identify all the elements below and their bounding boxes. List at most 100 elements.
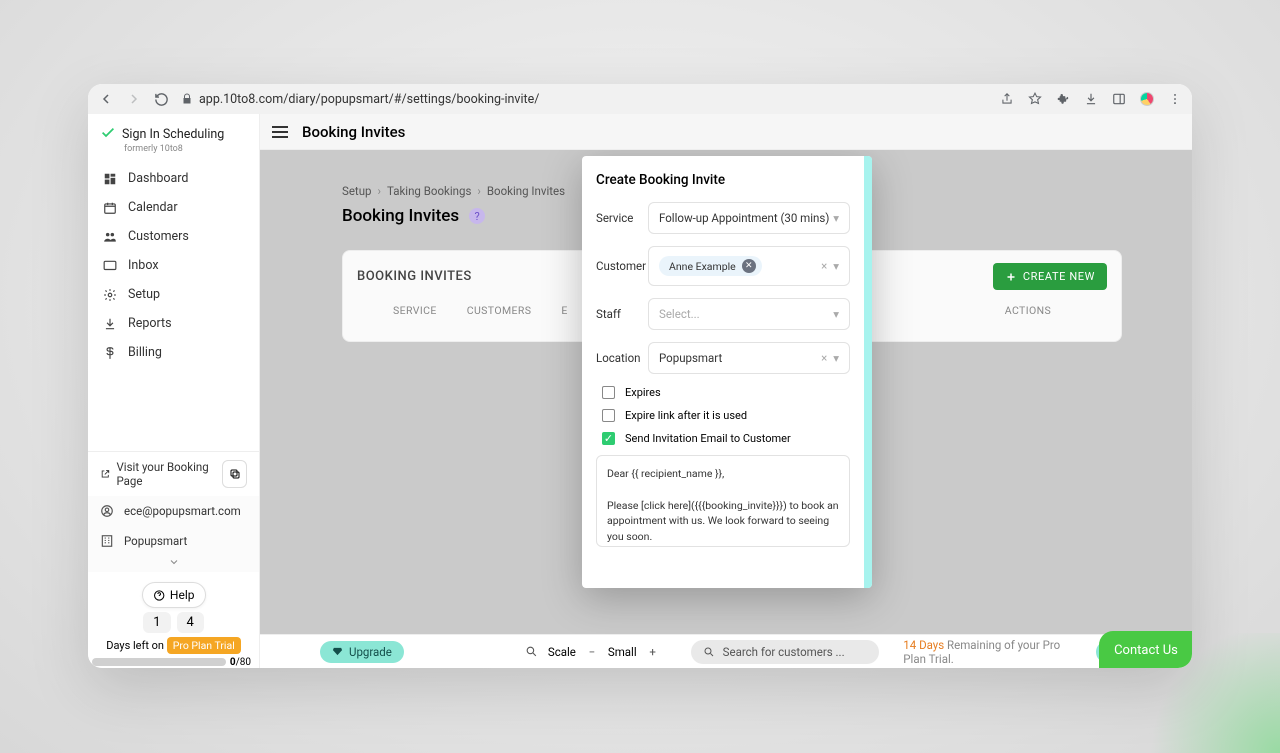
visit-label: Visit your Booking Page xyxy=(116,460,222,488)
nav-inbox[interactable]: Inbox xyxy=(88,251,259,280)
building-icon xyxy=(100,534,114,548)
create-new-button[interactable]: CREATE NEW xyxy=(993,263,1107,290)
gear-icon xyxy=(102,288,118,302)
share-icon[interactable] xyxy=(1000,92,1014,106)
scale-control: Scale − Small + xyxy=(524,644,661,660)
label-staff: Staff xyxy=(596,307,648,321)
crumb-taking[interactable]: Taking Bookings xyxy=(387,184,471,198)
reload-icon[interactable] xyxy=(154,92,169,107)
day-digit: 4 xyxy=(177,612,204,633)
slider-track xyxy=(92,658,226,666)
panel-icon[interactable] xyxy=(1112,92,1126,106)
chevron-down-icon: ▾ xyxy=(833,259,839,273)
modal-scrollbar[interactable] xyxy=(864,156,872,588)
nav-reports[interactable]: Reports xyxy=(88,309,259,338)
help-label: Help xyxy=(170,588,195,602)
message-textarea[interactable]: Dear {{ recipient_name }}, Please [click… xyxy=(596,455,850,547)
lock-icon xyxy=(181,93,193,105)
location-select[interactable]: Popupsmart × ▾ xyxy=(648,342,850,374)
label-service: Service xyxy=(596,211,648,225)
nav-label: Customers xyxy=(128,229,189,244)
address-bar: app.10to8.com/diary/popupsmart/#/setting… xyxy=(88,84,1192,114)
download-icon[interactable] xyxy=(1084,92,1098,106)
copy-link-button[interactable] xyxy=(222,460,247,488)
upgrade-button-left[interactable]: Upgrade xyxy=(320,641,404,663)
nav-label: Billing xyxy=(128,345,162,360)
trial-text: 14 Days Remaining of your Pro Plan Trial… xyxy=(903,638,1078,666)
nav-dashboard[interactable]: Dashboard xyxy=(88,164,259,193)
clear-icon[interactable]: × xyxy=(821,351,827,365)
nav-label: Reports xyxy=(128,316,172,331)
nav-customers[interactable]: Customers xyxy=(88,222,259,251)
nav-billing[interactable]: Billing xyxy=(88,338,259,367)
help-tooltip-icon[interactable]: ? xyxy=(469,208,485,224)
account-expand-icon[interactable] xyxy=(88,556,259,572)
create-label: CREATE NEW xyxy=(1023,270,1095,283)
browser-window: app.10to8.com/diary/popupsmart/#/setting… xyxy=(88,84,1192,668)
usage-slider[interactable]: 0/80 xyxy=(88,658,259,668)
day-digit: 1 xyxy=(143,612,170,633)
scale-value: Small xyxy=(608,645,637,659)
search-icon xyxy=(703,646,715,658)
user-circle-icon xyxy=(100,504,114,518)
send-email-checkbox-row[interactable]: ✓Send Invitation Email to Customer xyxy=(602,432,850,445)
profile-icon[interactable] xyxy=(1140,92,1154,106)
url-field[interactable]: app.10to8.com/diary/popupsmart/#/setting… xyxy=(181,92,539,107)
clear-icon[interactable]: × xyxy=(821,259,827,273)
service-select[interactable]: Follow-up Appointment (30 mins)▾ xyxy=(648,202,850,234)
topbar-title: Booking Invites xyxy=(302,123,405,141)
scale-plus-button[interactable]: + xyxy=(645,644,661,660)
forward-icon[interactable] xyxy=(126,91,142,107)
bookmark-icon[interactable] xyxy=(1028,92,1042,106)
account-email-row[interactable]: ece@popupsmart.com xyxy=(88,496,259,526)
dollar-icon xyxy=(102,346,118,360)
zoom-icon[interactable] xyxy=(524,644,540,660)
chk-label: Expires xyxy=(625,386,661,399)
customer-select[interactable]: Anne Example ✕ × ▾ xyxy=(648,246,850,286)
crumb-invites: Booking Invites xyxy=(487,184,565,198)
nav-setup[interactable]: Setup xyxy=(88,280,259,309)
staff-select[interactable]: Select...▾ xyxy=(648,298,850,330)
chip-label: Anne Example xyxy=(669,260,736,273)
crumb-setup[interactable]: Setup xyxy=(342,184,372,198)
label-customer: Customer xyxy=(596,259,648,273)
nav-list: Dashboard Calendar Customers Inbox Setup… xyxy=(88,164,259,367)
scale-minus-button[interactable]: − xyxy=(584,644,600,660)
nav-label: Calendar xyxy=(128,200,178,215)
back-icon[interactable] xyxy=(98,91,114,107)
location-value: Popupsmart xyxy=(659,351,722,365)
upgrade-label: Upgrade xyxy=(349,645,392,659)
page-title-row: Booking Invites ? xyxy=(342,206,485,226)
search-input[interactable]: Search for customers ... xyxy=(691,640,880,664)
nav-label: Setup xyxy=(128,287,160,302)
search-placeholder: Search for customers ... xyxy=(723,645,845,659)
breadcrumb: Setup› Taking Bookings› Booking Invites xyxy=(342,184,565,198)
label-location: Location xyxy=(596,351,648,365)
help-button[interactable]: Help xyxy=(142,582,206,608)
kebab-icon[interactable] xyxy=(1168,92,1182,106)
account-org-row[interactable]: Popupsmart xyxy=(88,526,259,556)
help-icon xyxy=(153,589,165,602)
nav-label: Inbox xyxy=(128,258,159,273)
expire-after-checkbox-row[interactable]: Expire link after it is used xyxy=(602,409,850,422)
trial-days-block: 14 Days left on Pro Plan Trial xyxy=(88,612,259,658)
extensions-icon[interactable] xyxy=(1056,92,1070,106)
nav-calendar[interactable]: Calendar xyxy=(88,193,259,222)
chip-remove-icon[interactable]: ✕ xyxy=(742,259,756,273)
chevron-down-icon: ▾ xyxy=(833,351,839,365)
url-text: app.10to8.com/diary/popupsmart/#/setting… xyxy=(199,92,539,107)
inbox-icon xyxy=(102,259,118,273)
contact-us-button[interactable]: Contact Us xyxy=(1099,631,1192,668)
visit-booking-link[interactable]: Visit your Booking Page xyxy=(100,460,222,488)
page-title: Booking Invites xyxy=(342,206,459,226)
hamburger-icon[interactable] xyxy=(272,126,288,138)
expires-checkbox-row[interactable]: Expires xyxy=(602,386,850,399)
account-org: Popupsmart xyxy=(124,534,187,548)
days-left-text: Days left on xyxy=(106,639,164,652)
external-link-icon xyxy=(100,468,110,480)
chevron-down-icon: ▾ xyxy=(833,211,839,225)
chk-label: Expire link after it is used xyxy=(625,409,747,422)
chk-label: Send Invitation Email to Customer xyxy=(625,432,791,445)
main-area: Booking Invites Setup› Taking Bookings› … xyxy=(260,114,1192,668)
col-e: E xyxy=(561,304,567,317)
